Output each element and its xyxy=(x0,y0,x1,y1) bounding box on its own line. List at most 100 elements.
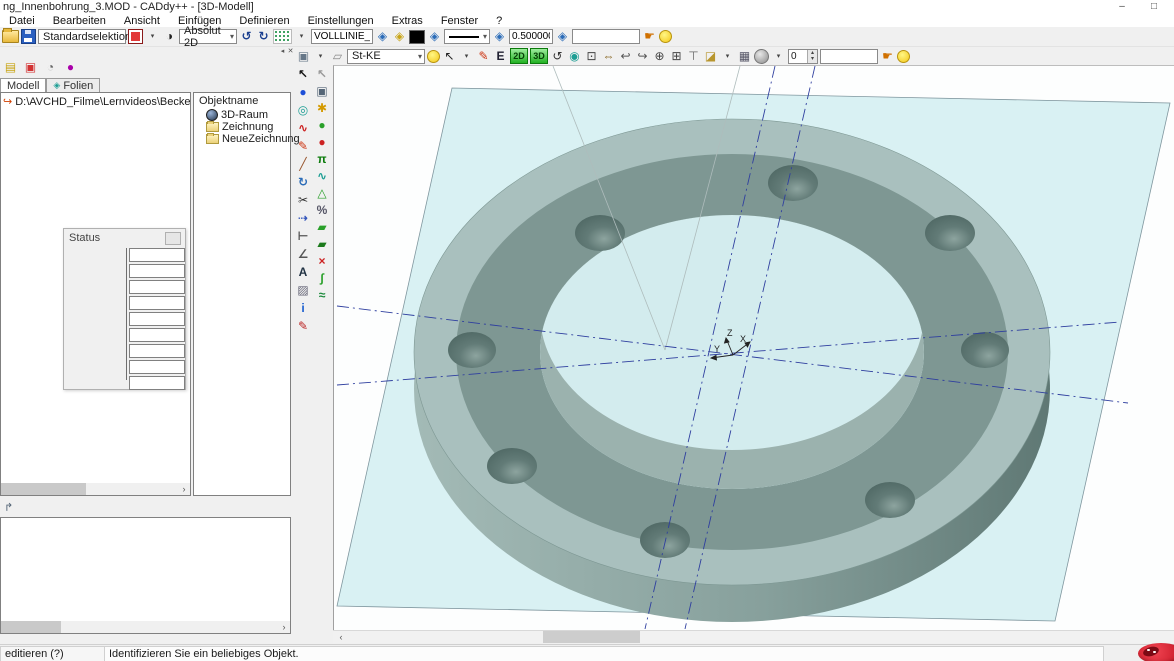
width-layers-icon[interactable]: ◈ xyxy=(555,29,570,44)
menu-item[interactable]: Bearbeiten xyxy=(44,15,115,27)
status-field[interactable] xyxy=(129,376,185,390)
view-next-icon[interactable]: ↪ xyxy=(635,49,650,64)
grid-dropdown-icon[interactable]: ▾ xyxy=(294,29,309,44)
undo-icon[interactable]: ↺ xyxy=(239,29,254,44)
tab-modell[interactable]: Modell xyxy=(0,78,46,92)
grid-icon[interactable] xyxy=(273,29,292,44)
hand-select-icon[interactable]: ☛ xyxy=(880,49,895,64)
explorer-tool-icon[interactable]: ● xyxy=(62,58,79,75)
tool-icon[interactable]: ╱ xyxy=(295,156,311,172)
pick-pen-icon[interactable]: ↖ xyxy=(442,49,457,64)
menu-item[interactable]: Extras xyxy=(383,15,432,27)
status-field[interactable] xyxy=(129,344,185,358)
scene-canvas[interactable]: Z X Y xyxy=(334,66,1173,629)
tool-icon[interactable]: ↖ xyxy=(314,66,330,82)
tool-icon[interactable]: ✎ xyxy=(295,138,311,154)
view-dropdown-icon[interactable]: ▾ xyxy=(313,49,328,64)
flange-model[interactable] xyxy=(414,119,1050,622)
selection-mode-combo[interactable]: Standardselektion ▾ xyxy=(38,29,126,44)
zoom-window-icon[interactable]: ⊡ xyxy=(584,49,599,64)
rotate-view-icon[interactable]: ↺ xyxy=(550,49,565,64)
tool-icon[interactable]: ● xyxy=(314,134,330,150)
view-previous-icon[interactable]: ↩ xyxy=(618,49,633,64)
bolt-hole[interactable] xyxy=(865,482,915,518)
scroll-right-icon[interactable]: › xyxy=(178,483,190,495)
status-field[interactable] xyxy=(129,264,185,278)
zoom-fit-icon[interactable]: ⊞ xyxy=(669,49,684,64)
status-panel-button[interactable] xyxy=(165,232,181,245)
explorer-tool-icon[interactable]: ▣ xyxy=(22,58,39,75)
pick-dropdown-icon[interactable]: ▾ xyxy=(459,49,474,64)
menu-item[interactable]: Ansicht xyxy=(115,15,169,27)
aux-input[interactable] xyxy=(572,29,640,44)
view-3d-button[interactable]: 3D xyxy=(530,48,548,64)
bolt-hole[interactable] xyxy=(768,165,818,201)
cube-dropdown-icon[interactable]: ▾ xyxy=(720,49,735,64)
lightbulb-icon[interactable] xyxy=(897,50,910,63)
pen-layers-icon[interactable]: ◈ xyxy=(392,29,407,44)
tool-icon[interactable]: π xyxy=(314,151,330,167)
rotation-center-icon[interactable]: ◑ xyxy=(162,29,177,44)
viewport-scrollbar[interactable]: ‹ xyxy=(333,630,1174,643)
open-icon[interactable] xyxy=(2,30,19,43)
tool-icon[interactable]: ↻ xyxy=(295,174,311,190)
tool-icon[interactable]: ✎ xyxy=(295,318,311,334)
coordinate-system-combo[interactable]: St-KE ▾ xyxy=(347,49,425,64)
cube-display-icon[interactable]: ◪ xyxy=(703,49,718,64)
view-2d-button[interactable]: 2D xyxy=(510,48,528,64)
tool-icon[interactable]: × xyxy=(314,253,330,269)
tsquare-icon[interactable]: ⊤ xyxy=(686,49,701,64)
tool-icon[interactable]: ✱ xyxy=(314,100,330,116)
menu-item[interactable]: Datei xyxy=(0,15,44,27)
tool-icon[interactable]: ≈ xyxy=(314,287,330,303)
tool-icon[interactable]: i xyxy=(295,300,311,316)
tool-icon[interactable]: ▰ xyxy=(314,236,330,252)
menu-item[interactable]: Definieren xyxy=(230,15,298,27)
tool-icon[interactable]: ▣ xyxy=(314,83,330,99)
tool-icon[interactable]: A xyxy=(295,264,311,280)
tool-icon[interactable]: % xyxy=(314,202,330,218)
explorer-tool-icon[interactable]: ▤ xyxy=(2,58,19,75)
spin-down-icon[interactable]: ▾ xyxy=(811,56,814,62)
object-item-neuezeichnung[interactable]: NeueZeichnung xyxy=(206,133,300,145)
sheet-icon[interactable]: ▱ xyxy=(330,49,345,64)
save-icon[interactable] xyxy=(21,29,36,44)
view-orientation-icon[interactable]: ▣ xyxy=(296,49,311,64)
status-field[interactable] xyxy=(129,248,185,262)
bolt-hole[interactable] xyxy=(448,332,496,368)
object-item-zeichnung[interactable]: Zeichnung xyxy=(206,121,273,133)
status-field[interactable] xyxy=(129,360,185,374)
tool-icon[interactable]: ∠ xyxy=(295,246,311,262)
tree-scrollbar[interactable]: › xyxy=(1,483,190,495)
tree-scrollbar-thumb[interactable] xyxy=(1,483,86,495)
hand-select-icon[interactable]: ☛ xyxy=(642,29,657,44)
tree-root-item[interactable]: ↪ D:\AVCHD_Filme\Lernvideos\BeckerCAD 3D… xyxy=(3,95,191,108)
rotation-step-spinner[interactable]: 0 ▴▾ xyxy=(788,49,818,64)
tool-icon[interactable]: ◎ xyxy=(295,102,311,118)
minimize-button[interactable]: – xyxy=(1108,0,1136,13)
panel-close-icon[interactable]: ✕ xyxy=(286,47,295,56)
tab-folien[interactable]: ◈ Folien xyxy=(46,78,100,92)
menu-item[interactable]: Fenster xyxy=(432,15,487,27)
line-type-input[interactable] xyxy=(311,29,373,44)
lightbulb-icon[interactable] xyxy=(659,30,672,43)
tool-icon[interactable]: ⊢ xyxy=(295,228,311,244)
status-field[interactable] xyxy=(129,280,185,294)
tool-icon[interactable]: ● xyxy=(295,84,311,100)
bolt-hole[interactable] xyxy=(575,215,625,251)
tool-icon[interactable]: ↖ xyxy=(295,66,311,82)
message-scrollbar[interactable]: › xyxy=(1,621,290,633)
tool-icon[interactable]: △ xyxy=(314,185,330,201)
viewport-scrollbar-thumb[interactable] xyxy=(543,631,640,643)
scroll-left-icon[interactable]: ‹ xyxy=(335,631,347,643)
bolt-hole[interactable] xyxy=(487,448,537,484)
tool-icon[interactable]: ⇢ xyxy=(295,210,311,226)
color-layers-icon[interactable]: ◈ xyxy=(427,29,442,44)
shading-sphere-icon[interactable] xyxy=(754,49,769,64)
view-aux-input[interactable] xyxy=(820,49,878,64)
render-grid-icon[interactable]: ▦ xyxy=(737,49,752,64)
redo-icon[interactable]: ↻ xyxy=(256,29,271,44)
selection-color-icon[interactable] xyxy=(128,29,143,44)
bolt-hole[interactable] xyxy=(961,332,1009,368)
style-layers-icon[interactable]: ◈ xyxy=(492,29,507,44)
